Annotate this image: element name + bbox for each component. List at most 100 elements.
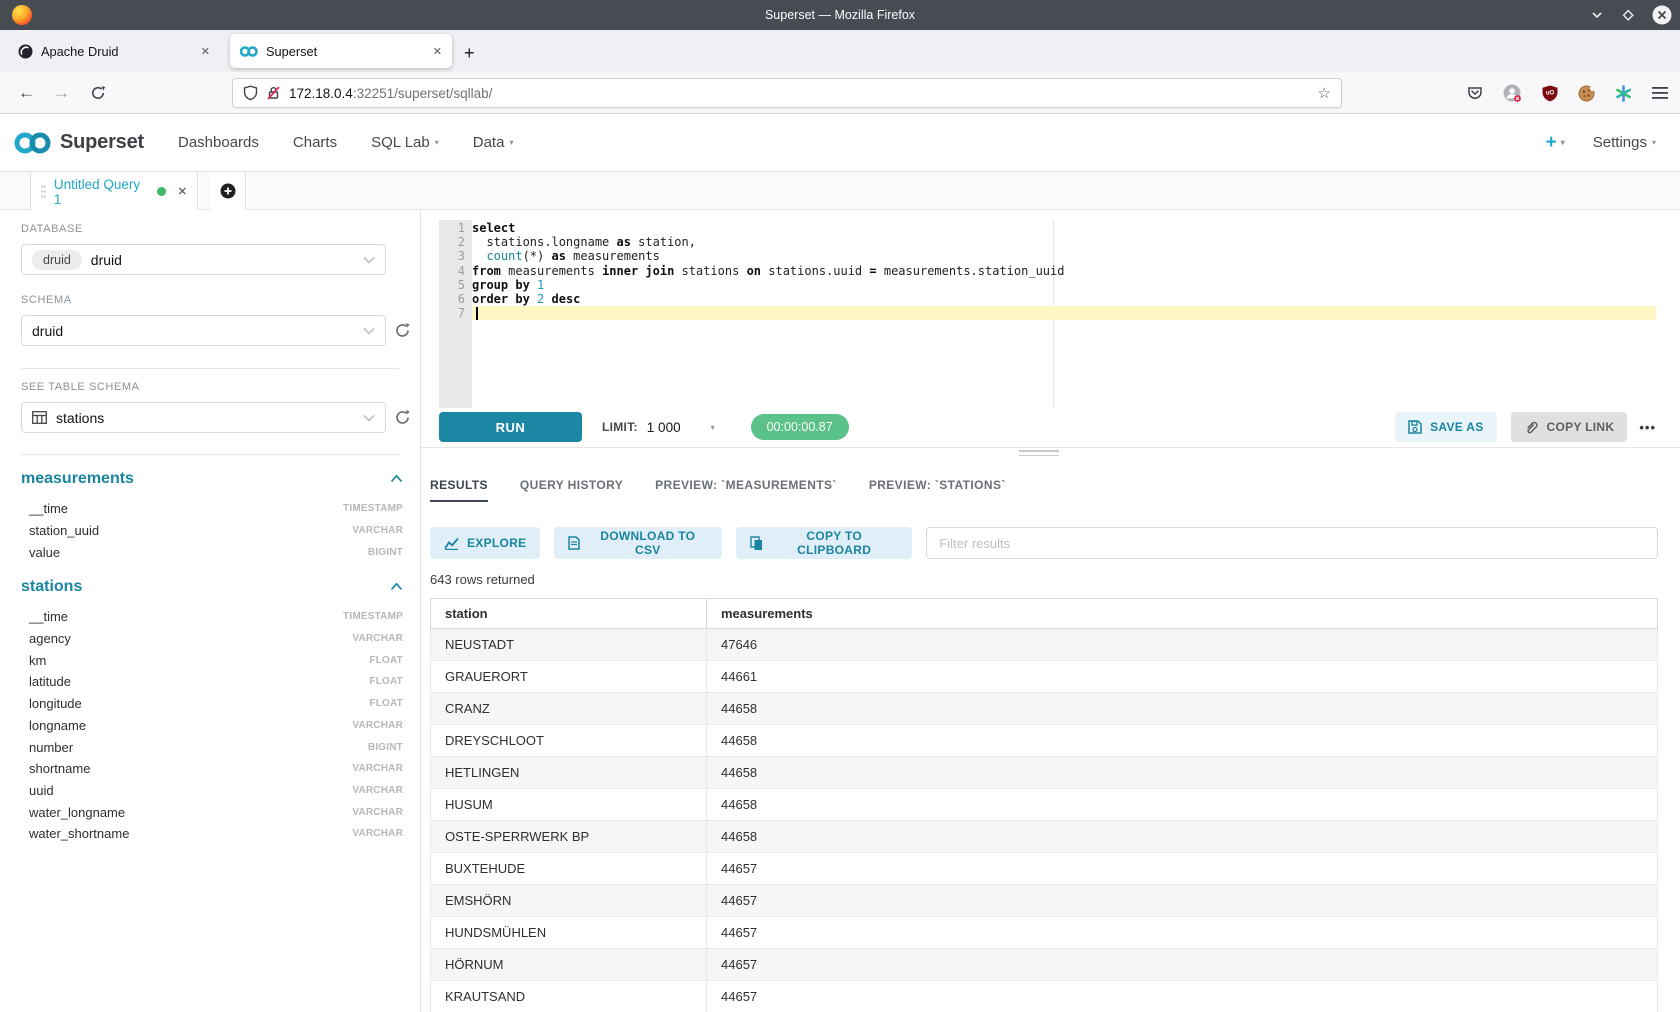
schema-column-row: shortnameVARCHAR xyxy=(21,758,403,780)
tab-preview-stations[interactable]: PREVIEW: `STATIONS` xyxy=(869,468,1006,502)
hamburger-menu-icon[interactable] xyxy=(1652,86,1668,100)
editor-code: select stations.longname as station, cou… xyxy=(472,221,1656,320)
window-close-icon[interactable] xyxy=(1652,5,1672,25)
save-as-button[interactable]: SAVE AS xyxy=(1395,412,1496,442)
chevron-down-icon xyxy=(363,256,375,264)
gutter-line-number: 3 xyxy=(439,249,472,263)
code-line[interactable] xyxy=(472,306,1656,320)
shield-icon[interactable] xyxy=(243,85,258,101)
table-cell: 44658 xyxy=(707,757,1658,789)
pane-resize-handle[interactable] xyxy=(1019,450,1059,459)
more-actions-button[interactable]: ••• xyxy=(1639,420,1656,435)
table-cell: EMSHÖRN xyxy=(431,885,707,917)
settings-menu[interactable]: Settings▾ xyxy=(1593,134,1656,151)
schema-column-row: numberBIGINT xyxy=(21,736,403,758)
chevron-up-icon[interactable] xyxy=(390,582,403,591)
url-host: 172.18.0.4 xyxy=(289,86,353,101)
back-button[interactable]: ← xyxy=(18,83,35,103)
schema-table-header[interactable]: stations xyxy=(21,577,403,596)
extension-asterisk-icon[interactable] xyxy=(1615,85,1632,102)
schema-column-row: __timeTIMESTAMP xyxy=(21,606,403,628)
superset-navbar: Superset Dashboards Charts SQL Lab▾ Data… xyxy=(0,114,1680,172)
ublock-icon[interactable]: uO xyxy=(1542,85,1558,102)
refresh-table-icon[interactable] xyxy=(394,409,411,426)
limit-dropdown[interactable]: LIMIT: 1 000 ▾ xyxy=(602,420,715,435)
url-path: :32251/superset/sqllab/ xyxy=(353,86,493,101)
cookie-icon[interactable] xyxy=(1578,85,1595,102)
sql-editor[interactable]: 1234567 select stations.longname as stat… xyxy=(439,220,1656,408)
window-minimize-icon[interactable] xyxy=(1590,8,1604,22)
schema-label: SCHEMA xyxy=(21,294,72,306)
table-cell: CRANZ xyxy=(431,693,707,725)
column-type: FLOAT xyxy=(369,698,403,709)
results-tabs: RESULTS QUERY HISTORY PREVIEW: `MEASUREM… xyxy=(430,468,1658,502)
superset-logo[interactable]: Superset xyxy=(12,130,144,156)
tab-close-icon[interactable]: ✕ xyxy=(433,45,442,58)
column-name: shortname xyxy=(29,761,90,776)
schema-select[interactable]: druid xyxy=(21,315,386,346)
schema-column-row: water_longnameVARCHAR xyxy=(21,801,403,823)
nav-item-dashboards[interactable]: Dashboards xyxy=(178,134,259,151)
explore-button[interactable]: EXPLORE xyxy=(430,527,540,559)
code-line[interactable]: order by 2 desc xyxy=(472,292,1656,306)
copy-link-button[interactable]: COPY LINK xyxy=(1511,412,1628,442)
query-tab-label: Untitled Query 1 xyxy=(54,177,149,207)
run-button[interactable]: RUN xyxy=(439,412,582,442)
code-line[interactable]: count(*) as measurements xyxy=(472,249,1656,263)
drag-handle-icon[interactable] xyxy=(41,185,46,198)
add-new-button[interactable]: +▾ xyxy=(1546,132,1565,154)
table-select[interactable]: stations xyxy=(21,402,386,433)
url-text[interactable]: 172.18.0.4:32251/superset/sqllab/ xyxy=(289,86,1310,101)
tab-query-history[interactable]: QUERY HISTORY xyxy=(520,468,623,502)
column-header-measurements[interactable]: measurements xyxy=(707,599,1658,629)
insecure-lock-icon[interactable] xyxy=(266,85,281,101)
table-cell: KRAUTSAND xyxy=(431,981,707,1012)
column-header-station[interactable]: station xyxy=(431,599,707,629)
tab-preview-measurements[interactable]: PREVIEW: `MEASUREMENTS` xyxy=(655,468,837,502)
code-line[interactable]: group by 1 xyxy=(472,278,1656,292)
reload-button[interactable] xyxy=(90,85,106,101)
url-field[interactable]: 172.18.0.4:32251/superset/sqllab/ ☆ xyxy=(232,78,1342,108)
column-name: water_shortname xyxy=(29,826,129,841)
new-query-tab-button[interactable] xyxy=(210,172,246,210)
download-csv-button[interactable]: DOWNLOAD TO CSV xyxy=(554,527,721,559)
code-line[interactable]: select xyxy=(472,221,1656,235)
column-name: __time xyxy=(29,609,68,624)
schema-table-header[interactable]: measurements xyxy=(21,469,403,488)
tab-results[interactable]: RESULTS xyxy=(430,468,488,502)
query-tab-close-icon[interactable]: ✕ xyxy=(178,185,187,198)
nav-item-sql-lab[interactable]: SQL Lab▾ xyxy=(371,134,439,151)
table-cell: 44658 xyxy=(707,789,1658,821)
schema-tables: measurements__timeTIMESTAMPstation_uuidV… xyxy=(21,469,403,859)
nav-item-charts[interactable]: Charts xyxy=(293,134,337,151)
copy-clipboard-button[interactable]: COPY TO CLIPBOARD xyxy=(736,527,913,559)
browser-urlbar: ← → 172.18.0.4:32251/superset/sqllab/ ☆ … xyxy=(0,72,1680,114)
code-line[interactable]: from measurements inner join stations on… xyxy=(472,264,1656,278)
table-cell: OSTE-SPERRWERK BP xyxy=(431,821,707,853)
pocket-icon[interactable] xyxy=(1467,85,1483,101)
tab-close-icon[interactable]: ✕ xyxy=(201,45,210,58)
new-tab-button[interactable]: + xyxy=(464,44,475,62)
column-name: longitude xyxy=(29,696,82,711)
column-name: number xyxy=(29,740,73,755)
code-line[interactable]: stations.longname as station, xyxy=(472,235,1656,249)
filter-results-input[interactable] xyxy=(926,527,1658,559)
database-select[interactable]: druid druid xyxy=(21,244,386,275)
nav-item-data[interactable]: Data▾ xyxy=(473,134,514,151)
screen: Superset — Mozilla Firefox Apache Druid … xyxy=(0,0,1680,1012)
browser-tab-superset[interactable]: Superset ✕ xyxy=(230,34,452,68)
account-icon[interactable] xyxy=(1503,84,1522,103)
query-status-dot xyxy=(157,187,166,196)
forward-button[interactable]: → xyxy=(53,83,70,103)
schema-column-row: longnameVARCHAR xyxy=(21,715,403,737)
editor-cursor xyxy=(476,307,478,320)
refresh-schema-icon[interactable] xyxy=(394,322,411,339)
database-type-tag: druid xyxy=(32,250,82,270)
schema-column-row: agencyVARCHAR xyxy=(21,628,403,650)
window-maximize-icon[interactable] xyxy=(1620,7,1636,23)
bookmark-star-icon[interactable]: ☆ xyxy=(1318,84,1331,102)
query-tab-untitled[interactable]: Untitled Query 1 ✕ xyxy=(30,172,198,211)
table-cell: 44661 xyxy=(707,661,1658,693)
chevron-up-icon[interactable] xyxy=(390,474,403,483)
browser-tab-apache-druid[interactable]: Apache Druid ✕ xyxy=(8,34,220,68)
